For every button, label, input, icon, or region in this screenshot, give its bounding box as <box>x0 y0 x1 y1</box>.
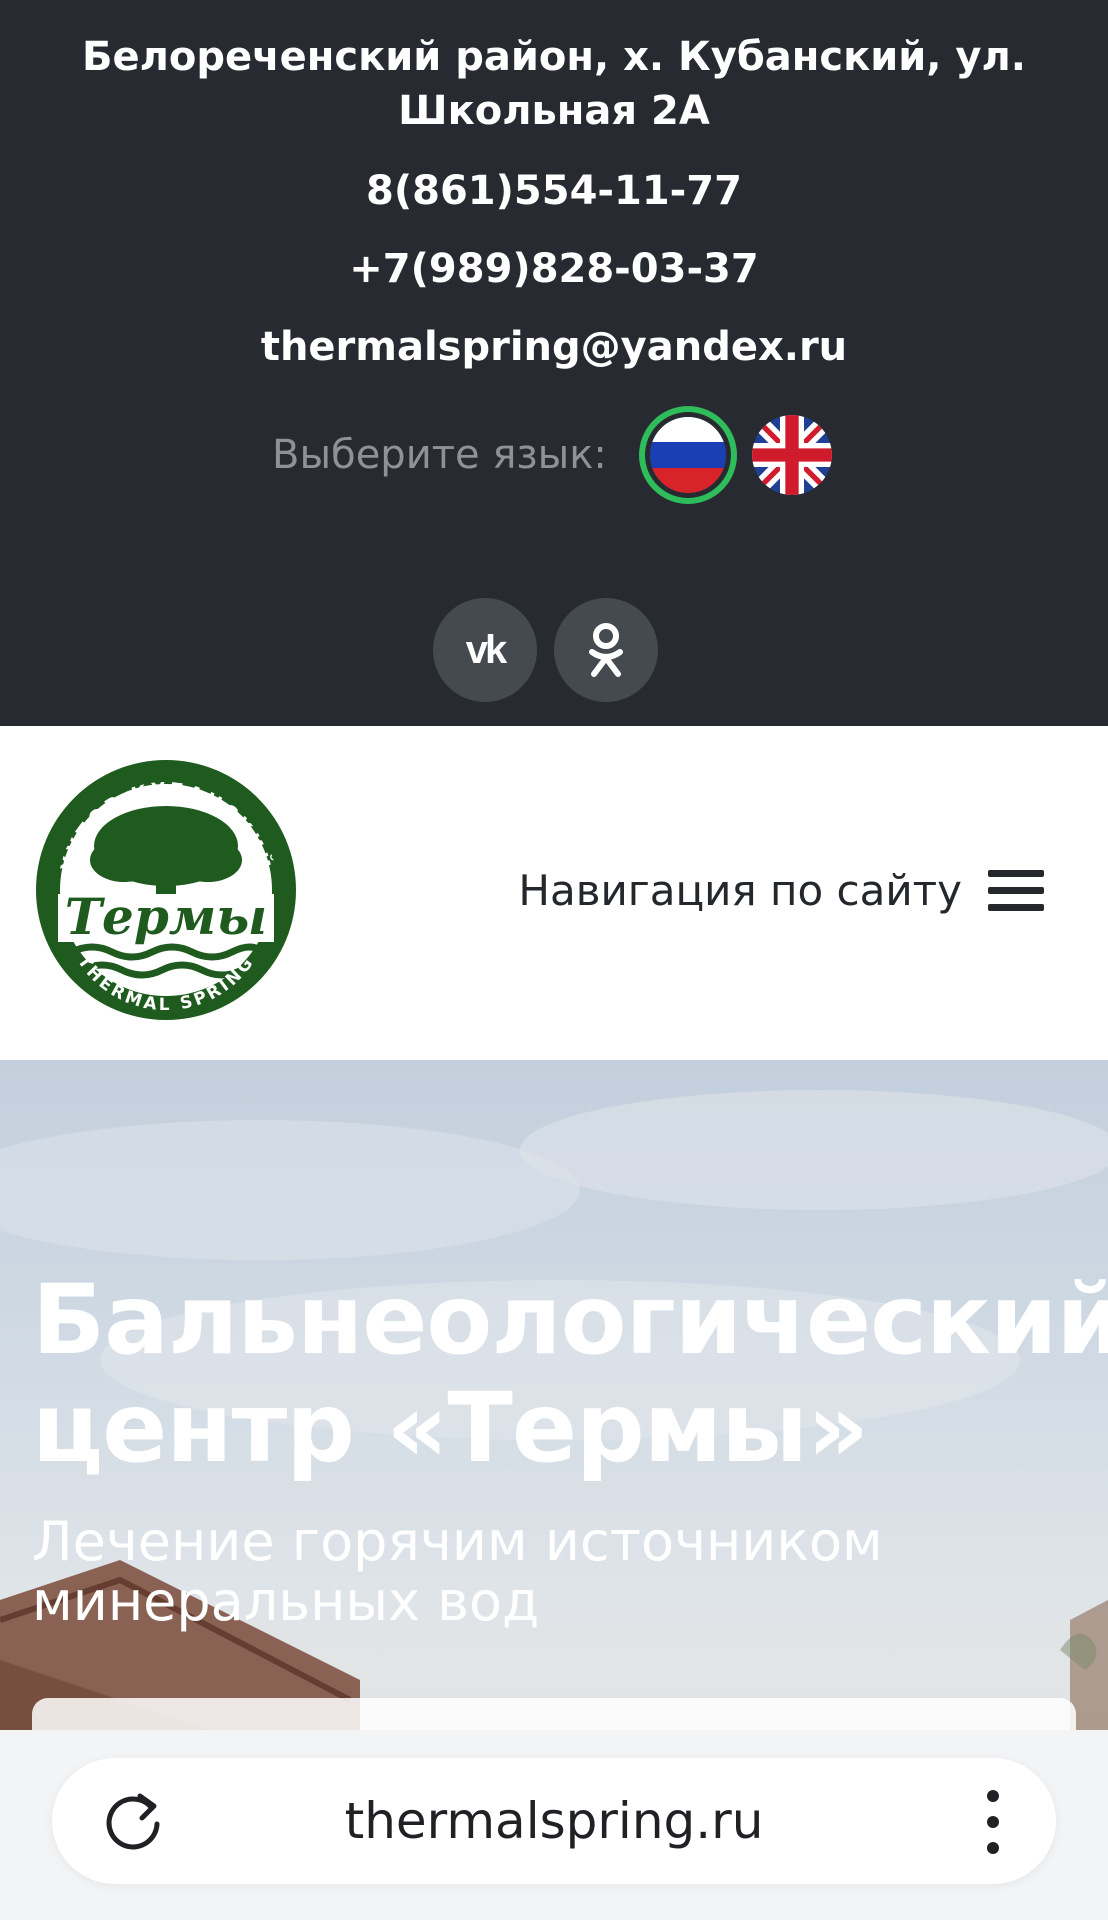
phone-2-link[interactable]: +7(989)828-03-37 <box>349 246 758 292</box>
odnoklassniki-icon <box>589 623 623 677</box>
vk-button[interactable]: vk <box>433 598 537 702</box>
address-text: Белореченский район, х. Кубанский, ул. Ш… <box>82 34 1026 134</box>
social-links: vk <box>0 598 1108 702</box>
more-vertical-icon[interactable] <box>982 1788 1006 1856</box>
navigation-label: Навигация по сайту <box>518 866 962 915</box>
hero-title: Бальнеологический центр «Термы» <box>32 1264 1108 1484</box>
site-logo[interactable]: Термы ХУТОР КУБАНСКИЙ THERMAL SPRING <box>32 756 300 1024</box>
vk-icon: vk <box>465 627 507 672</box>
svg-text:Термы: Термы <box>65 887 267 946</box>
browser-bottom-bar: thermalspring.ru <box>0 1730 1108 1920</box>
site-header: Термы ХУТОР КУБАНСКИЙ THERMAL SPRING Нав… <box>0 726 1108 1060</box>
hero-subtitle: Лечение горячим источником минеральных в… <box>32 1510 883 1633</box>
odnoklassniki-button[interactable] <box>554 598 658 702</box>
address-bar[interactable]: thermalspring.ru <box>52 1758 1056 1884</box>
phone-1[interactable]: 8(861)554-11-77 <box>0 164 1108 218</box>
phone-2[interactable]: +7(989)828-03-37 <box>0 242 1108 296</box>
language-label: Выберите язык: <box>272 432 607 478</box>
site-navigation-toggle[interactable]: Навигация по сайту <box>518 856 1050 926</box>
russia-flag-icon[interactable] <box>650 417 726 493</box>
hamburger-menu-icon[interactable] <box>988 866 1044 916</box>
url-text[interactable]: thermalspring.ru <box>52 1790 1056 1852</box>
top-contact-bar: Белореченский район, х. Кубанский, ул. Ш… <box>0 0 1108 726</box>
email[interactable]: thermalspring@yandex.ru <box>0 320 1108 374</box>
uk-flag-icon[interactable] <box>752 415 832 495</box>
language-selector: Выберите язык: <box>0 410 1108 500</box>
email-link[interactable]: thermalspring@yandex.ru <box>261 324 847 370</box>
phone-1-link[interactable]: 8(861)554-11-77 <box>366 168 742 214</box>
